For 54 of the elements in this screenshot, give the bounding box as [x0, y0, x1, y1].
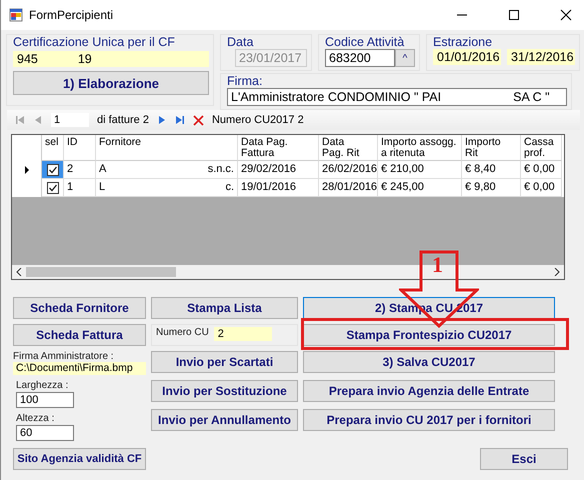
firma-field[interactable]: L'Amministratore CONDOMINIO " PAI SA C " [227, 88, 567, 106]
to-date-field[interactable]: 31/12/2016 [507, 49, 575, 65]
table-cell: 19/01/2016 [238, 179, 319, 197]
checkbox[interactable] [46, 182, 58, 194]
table-cell: 28/01/2016 [319, 179, 378, 197]
sito-button[interactable]: Sito Agenzia validità CF [13, 448, 146, 470]
table-cell: L c. [96, 179, 238, 197]
table-cell: € 245,00 [378, 179, 462, 197]
codice-label: Codice Attività [325, 35, 406, 49]
action-button[interactable]: Invio per Sostituzione [151, 380, 298, 402]
scroll-left-icon[interactable] [16, 268, 22, 276]
spin-button[interactable]: ^ [395, 49, 415, 67]
action-button[interactable]: Invio per Annullamento [151, 409, 298, 431]
altezza-field[interactable]: 60 [16, 425, 74, 441]
cf-label: Certificazione Unica per il CF [13, 35, 176, 49]
maximize-icon[interactable] [508, 9, 520, 21]
elaborazione-button[interactable]: 1) Elaborazione [13, 71, 209, 95]
action-button[interactable]: Prepara invio CU 2017 per i fornitori [303, 409, 555, 431]
action-button[interactable]: Scheda Fattura [13, 324, 146, 346]
position-field[interactable]: 1 [51, 113, 89, 127]
firma-label: Firma: [227, 74, 264, 88]
table-cell: 1 [64, 179, 96, 197]
action-button[interactable]: 3) Salva CU2017 [303, 351, 555, 373]
altezza-label: Altezza : [16, 413, 56, 424]
table-cell: € 9,80 [462, 179, 521, 197]
close-icon[interactable] [560, 9, 572, 21]
esci-button[interactable]: Esci [480, 448, 568, 470]
numero-cu-label: Numero CU [156, 327, 209, 338]
larghezza-label: Larghezza : [16, 380, 70, 391]
delete-icon[interactable] [192, 114, 204, 126]
action-button[interactable]: Prepara invio Agenzia delle Entrate [303, 380, 555, 402]
checkbox[interactable] [46, 164, 58, 176]
firma-path-field[interactable]: C:\Documenti\Firma.bmp [13, 362, 146, 375]
from-date-field[interactable]: 01/01/2016 [433, 49, 501, 65]
numero-cu-field[interactable]: 2 [214, 327, 272, 341]
next-icon[interactable] [156, 115, 167, 125]
estrazione-label: Estrazione [433, 35, 494, 49]
scroll-right-icon[interactable] [554, 268, 560, 276]
window-title: FormPercipienti [29, 8, 114, 22]
app-icon [9, 8, 23, 22]
action-button[interactable]: Stampa Frontespizio CU2017 [303, 324, 555, 346]
codice-field[interactable]: 683200 [325, 49, 395, 67]
larghezza-field[interactable]: 100 [16, 392, 74, 408]
last-icon[interactable] [174, 115, 185, 125]
data-label: Data [227, 35, 254, 49]
numero-cu-label: Numero CU2017 2 [212, 114, 304, 126]
cf-field[interactable]: 945 19 [13, 51, 209, 67]
action-button[interactable]: Scheda Fornitore [13, 297, 146, 319]
firma-amministratore-label: Firma Amministratore : [13, 351, 115, 362]
action-button[interactable]: Invio per Scartati [151, 351, 298, 373]
stampa-lista-button[interactable]: Stampa Lista [151, 297, 298, 319]
table-cell: € 0,00 [521, 179, 562, 197]
annotation-number: 1 [432, 252, 443, 278]
count-label: di fatture 2 [97, 114, 149, 126]
